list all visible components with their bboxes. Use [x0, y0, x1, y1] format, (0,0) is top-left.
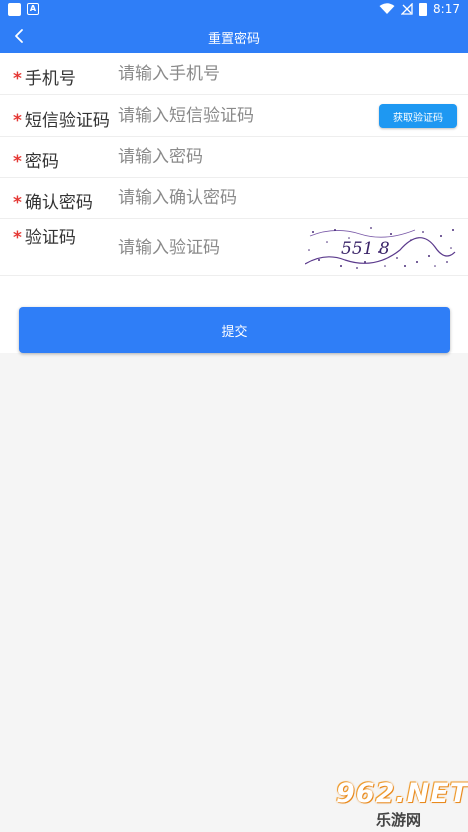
nav-bar: 重置密码	[0, 20, 468, 53]
watermark-main: 962.NET	[336, 778, 468, 809]
phone-input[interactable]	[118, 59, 368, 89]
captcha-input[interactable]	[118, 233, 298, 263]
confirm-password-row: * 确认密码	[0, 178, 468, 219]
status-time: 8:17	[433, 2, 460, 16]
password-label: * 密码	[13, 152, 59, 172]
app-notification-icon	[8, 3, 21, 16]
required-mark: *	[13, 228, 22, 248]
phone-label: * 手机号	[13, 69, 76, 89]
captcha-text: 551 8	[341, 239, 390, 259]
sms-code-label: * 短信验证码	[13, 111, 110, 131]
submit-button[interactable]: 提交	[19, 307, 450, 353]
status-bar: A 8:17	[0, 0, 468, 20]
sms-code-input[interactable]	[118, 101, 368, 131]
status-left: A	[8, 3, 39, 16]
required-mark: *	[13, 152, 22, 172]
captcha-image[interactable]: 551 8	[305, 222, 457, 272]
password-input[interactable]	[118, 142, 368, 172]
sms-code-row: *短信验证码 获取验证码	[0, 95, 468, 137]
watermark-sub: 乐游网	[376, 811, 422, 829]
confirm-password-input[interactable]	[118, 183, 368, 213]
password-row: * 密码	[0, 137, 468, 178]
get-sms-code-button[interactable]: 获取验证码	[379, 104, 457, 128]
a-notification-icon: A	[27, 3, 39, 15]
required-mark: *	[13, 111, 22, 131]
status-right: 8:17	[379, 2, 460, 16]
confirm-password-label: * 确认密码	[13, 193, 93, 213]
battery-icon	[419, 2, 428, 16]
required-mark: *	[13, 193, 22, 213]
signal-icon	[401, 3, 413, 15]
captcha-label: * 验证码	[13, 228, 76, 248]
page-title: 重置密码	[207, 32, 260, 47]
watermark-logo: 962.NET 乐游网	[328, 778, 468, 832]
phone-row: * 手机号	[0, 53, 468, 95]
required-mark: *	[13, 69, 22, 89]
captcha-row: *验证码 551 8	[0, 219, 468, 276]
wifi-icon	[379, 3, 395, 14]
